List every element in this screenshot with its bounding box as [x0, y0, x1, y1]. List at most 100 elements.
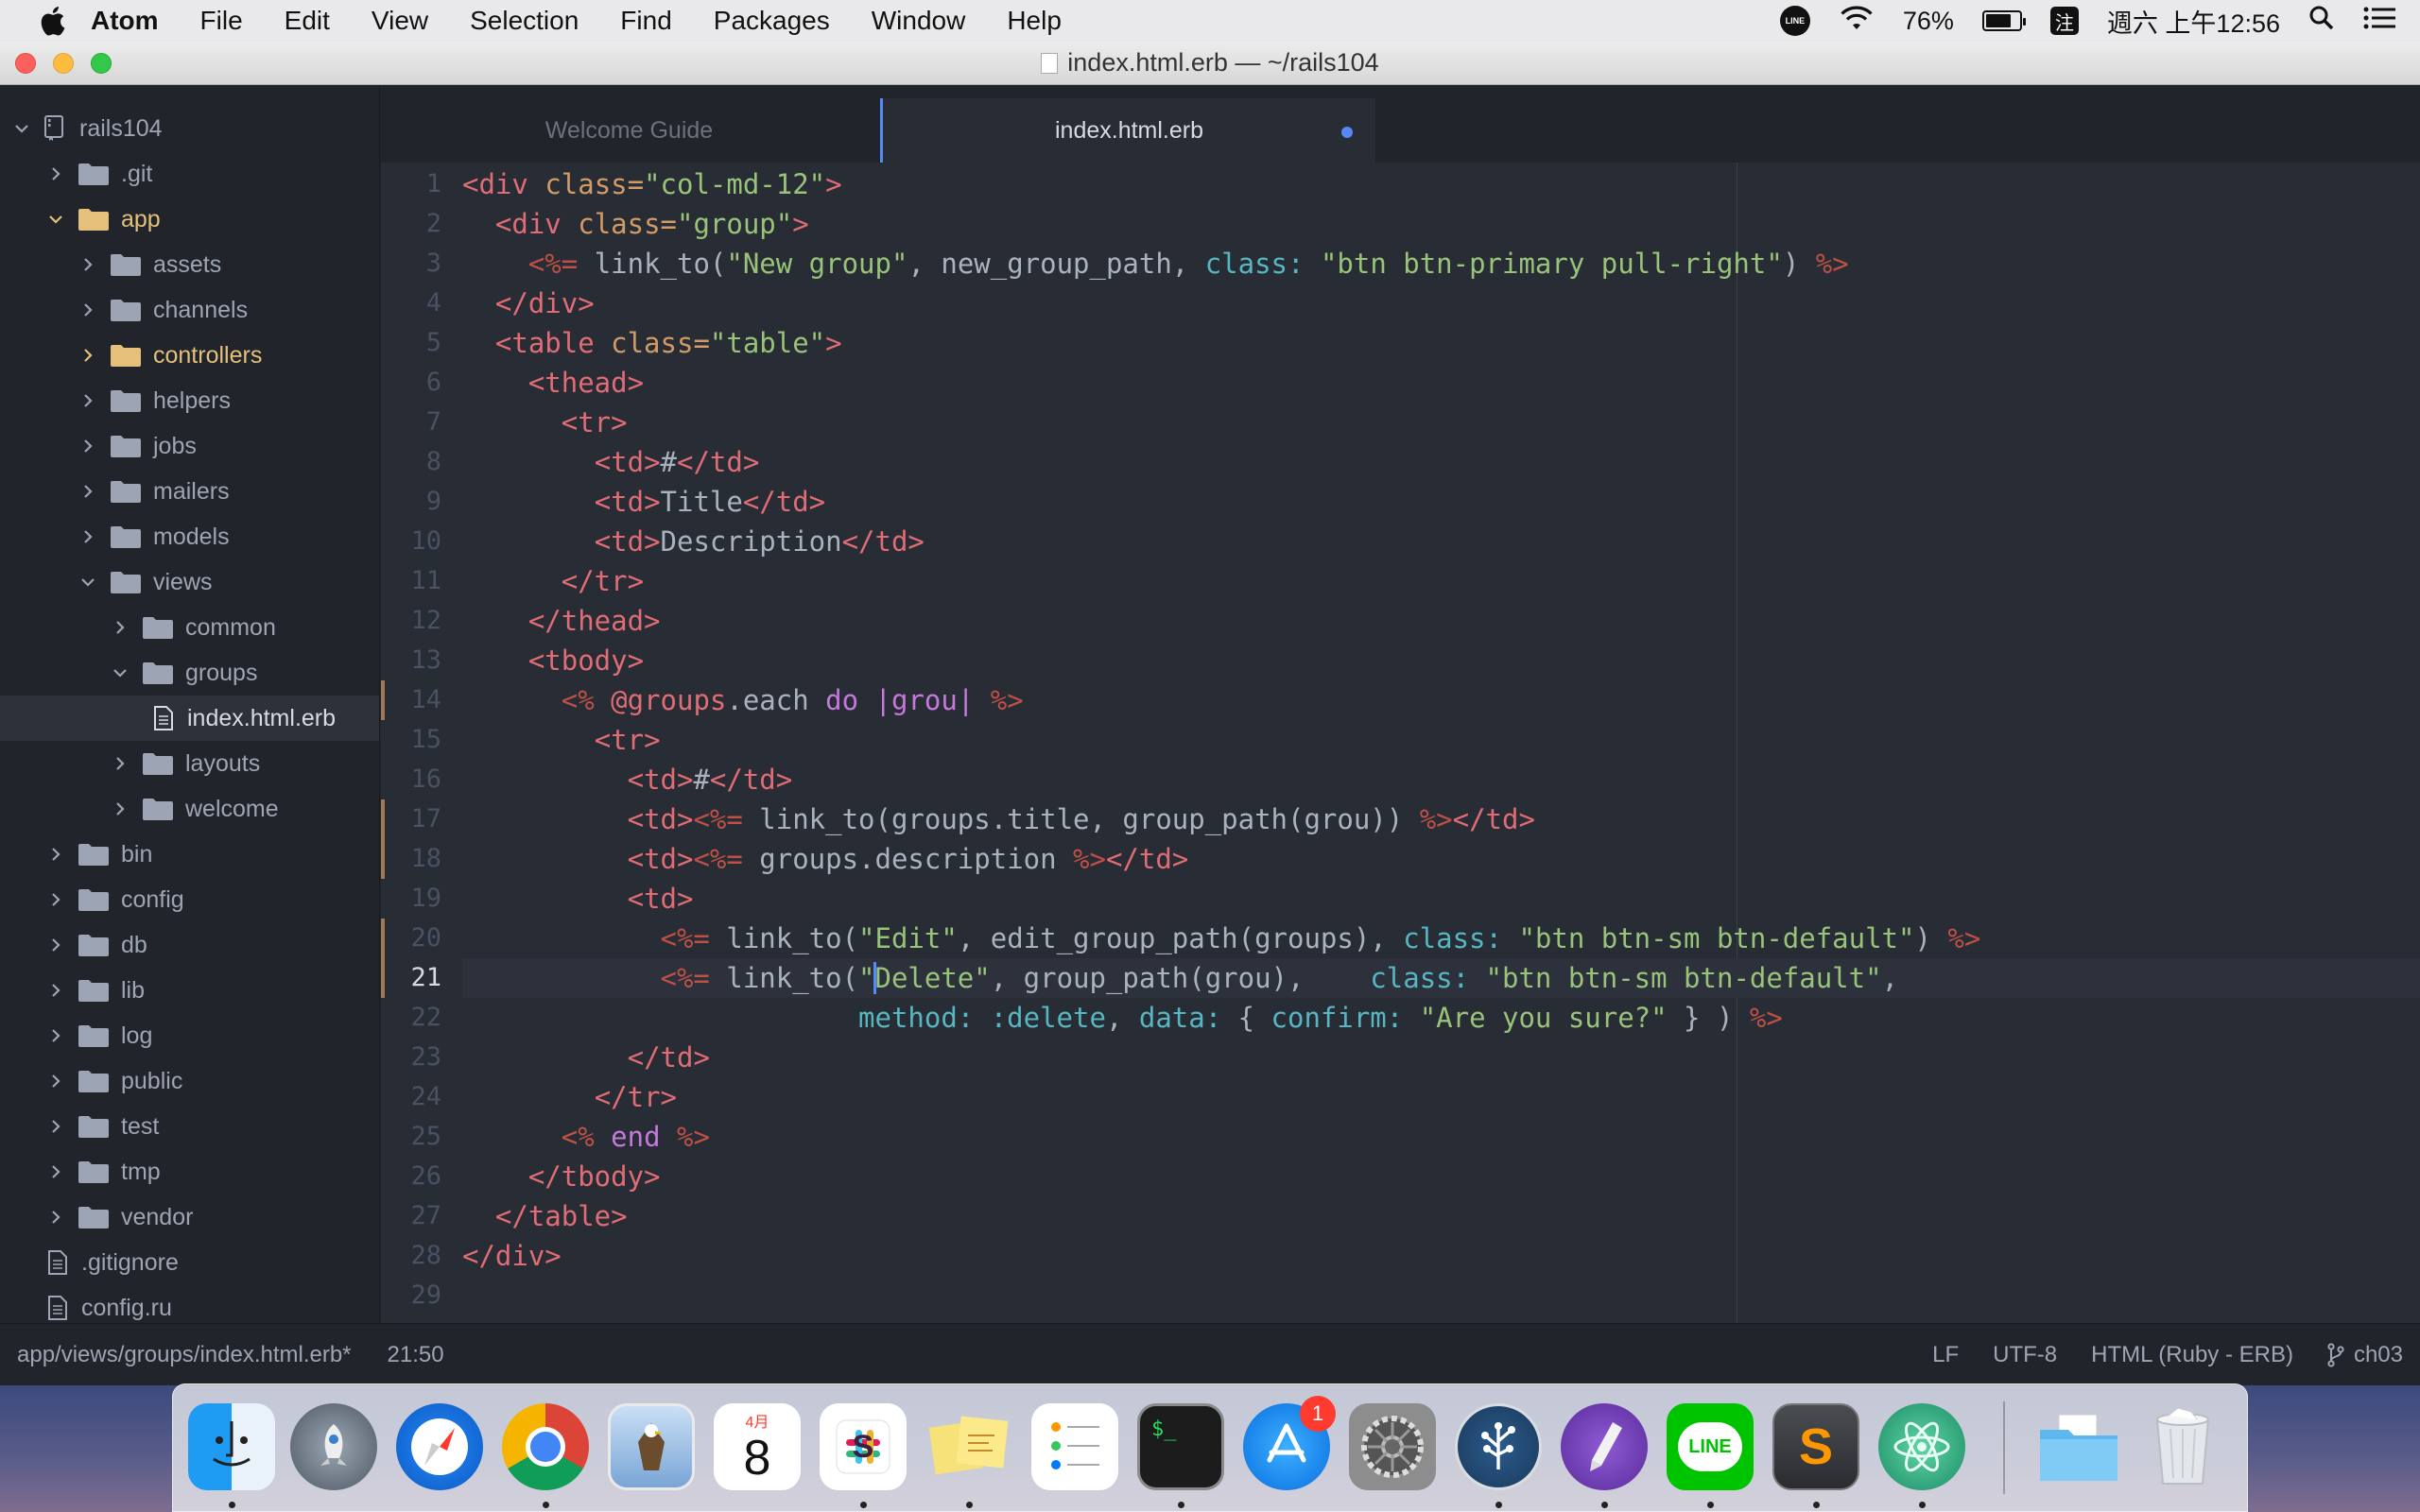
- tree-item-log[interactable]: log: [0, 1013, 379, 1058]
- sourcetree-icon[interactable]: [1455, 1403, 1542, 1490]
- chevron-right-icon[interactable]: [79, 392, 96, 409]
- menu-help[interactable]: Help: [1007, 0, 1062, 42]
- tree-item-channels[interactable]: channels: [0, 287, 379, 333]
- tree-item-mailers[interactable]: mailers: [0, 469, 379, 514]
- close-window-button[interactable]: [15, 53, 36, 74]
- chevron-down-icon[interactable]: [47, 211, 64, 228]
- line-number[interactable]: 8: [385, 442, 441, 482]
- tree-item-welcome[interactable]: welcome: [0, 786, 379, 832]
- tree-item-helpers[interactable]: helpers: [0, 378, 379, 423]
- code-line[interactable]: <tr>: [462, 720, 661, 760]
- line-number[interactable]: 7: [385, 403, 441, 442]
- code-line[interactable]: method: :delete, data: { confirm: "Are y…: [462, 998, 1783, 1038]
- chevron-right-icon[interactable]: [47, 846, 64, 863]
- line-number[interactable]: 25: [385, 1117, 441, 1157]
- terminal-icon[interactable]: $_: [1137, 1403, 1224, 1490]
- line-number[interactable]: 22: [385, 998, 441, 1038]
- code-line[interactable]: <td>: [462, 879, 694, 919]
- line-number[interactable]: 28: [385, 1236, 441, 1276]
- line-number[interactable]: 14: [385, 680, 441, 720]
- chevron-down-icon[interactable]: [112, 664, 129, 681]
- line-number[interactable]: 27: [385, 1196, 441, 1236]
- code-line[interactable]: <table class="table">: [462, 323, 842, 363]
- line-number[interactable]: 5: [385, 323, 441, 363]
- chevron-right-icon[interactable]: [79, 528, 96, 545]
- safari-icon[interactable]: [396, 1403, 483, 1490]
- tree-item-jobs[interactable]: jobs: [0, 423, 379, 469]
- reminders-icon[interactable]: [1031, 1403, 1118, 1490]
- line-number[interactable]: 4: [385, 284, 441, 323]
- tree-item-db[interactable]: db: [0, 922, 379, 968]
- tree-item-layouts[interactable]: layouts: [0, 741, 379, 786]
- spotlight-icon[interactable]: [2308, 5, 2335, 38]
- code-line[interactable]: </div>: [462, 1236, 562, 1276]
- menu-view[interactable]: View: [372, 0, 428, 42]
- code-line[interactable]: </td>: [462, 1038, 710, 1077]
- tree-item-assets[interactable]: assets: [0, 242, 379, 287]
- code-line[interactable]: <tr>: [462, 403, 628, 442]
- tree-item-app[interactable]: app: [0, 197, 379, 242]
- code-line[interactable]: <td><%= link_to(groups.title, group_path…: [462, 799, 1535, 839]
- tree-item-groups[interactable]: groups: [0, 650, 379, 696]
- tree-item-index-html-erb[interactable]: index.html.erb: [0, 696, 379, 741]
- clock[interactable]: 週六 上午12:56: [2107, 3, 2280, 40]
- status-line-ending[interactable]: LF: [1932, 1342, 1959, 1368]
- finder-icon[interactable]: [188, 1403, 275, 1490]
- chevron-right-icon[interactable]: [79, 301, 96, 318]
- code-line[interactable]: <thead>: [462, 363, 644, 403]
- code-line[interactable]: <% @groups.each do |grou| %>: [462, 680, 1024, 720]
- minimize-window-button[interactable]: [53, 53, 74, 74]
- menu-selection[interactable]: Selection: [470, 0, 579, 42]
- pencil-app-icon[interactable]: [1561, 1403, 1648, 1490]
- code-line[interactable]: <div class="group">: [462, 204, 809, 244]
- chevron-right-icon[interactable]: [79, 438, 96, 455]
- code-line[interactable]: <% end %>: [462, 1117, 710, 1157]
- trash-icon[interactable]: [2139, 1403, 2226, 1490]
- code-line[interactable]: <%= link_to("Edit", edit_group_path(grou…: [462, 919, 1981, 958]
- chevron-right-icon[interactable]: [79, 483, 96, 500]
- tree-item-public[interactable]: public: [0, 1058, 379, 1104]
- tree-item-views[interactable]: views: [0, 559, 379, 605]
- line-number-gutter[interactable]: 1 2 3 4 5 6 7 8 9 10 11 12 13 14 15 16 17 18 19 20 21 22 23 24 2…: [381, 163, 455, 1323]
- status-cursor-position[interactable]: 21:50: [388, 1342, 444, 1368]
- line-number[interactable]: 29: [385, 1276, 441, 1315]
- tree-item-git[interactable]: .git: [0, 151, 379, 197]
- line-number[interactable]: 11: [385, 561, 441, 601]
- status-encoding[interactable]: UTF-8: [1993, 1342, 2057, 1368]
- line-status-icon[interactable]: LINE: [1779, 6, 1810, 36]
- menu-window[interactable]: Window: [872, 0, 966, 42]
- tree-item-config-ru[interactable]: config.ru: [0, 1285, 379, 1323]
- code-line[interactable]: <tbody>: [462, 641, 644, 680]
- sublime-text-icon[interactable]: S: [1772, 1403, 1859, 1490]
- chevron-right-icon[interactable]: [47, 982, 64, 999]
- line-number[interactable]: 26: [385, 1157, 441, 1196]
- menu-app-name[interactable]: Atom: [91, 0, 159, 42]
- project-root[interactable]: rails104: [0, 106, 379, 151]
- line-number[interactable]: 18: [385, 839, 441, 879]
- calendar-icon[interactable]: 4月 8: [714, 1403, 801, 1490]
- chevron-down-icon[interactable]: [13, 120, 30, 137]
- chevron-right-icon[interactable]: [47, 891, 64, 908]
- line-number[interactable]: 23: [385, 1038, 441, 1077]
- code-line[interactable]: <td>Description</td>: [462, 522, 925, 561]
- tab-index-html-erb[interactable]: index.html.erb: [880, 98, 1375, 163]
- tree-item-models[interactable]: models: [0, 514, 379, 559]
- slack-icon[interactable]: S: [820, 1403, 907, 1490]
- chevron-right-icon[interactable]: [112, 619, 129, 636]
- code-editor[interactable]: 1 2 3 4 5 6 7 8 9 10 11 12 13 14 15 16 17 18 19 20 21 22 23 24 2…: [381, 163, 2420, 1323]
- zoom-window-button[interactable]: [91, 53, 112, 74]
- modified-indicator-icon[interactable]: [1341, 127, 1353, 138]
- launchpad-icon[interactable]: [290, 1403, 377, 1490]
- system-preferences-icon[interactable]: [1349, 1403, 1436, 1490]
- status-grammar[interactable]: HTML (Ruby - ERB): [2091, 1342, 2293, 1368]
- line-number[interactable]: 9: [385, 482, 441, 522]
- line-app-icon[interactable]: LINE: [1667, 1403, 1754, 1490]
- atom-icon[interactable]: [1878, 1403, 1965, 1490]
- battery-icon[interactable]: [1981, 10, 2026, 31]
- line-number[interactable]: 1: [385, 164, 441, 204]
- code-line[interactable]: </tbody>: [462, 1157, 661, 1196]
- status-git-branch[interactable]: ch03: [2327, 1342, 2403, 1368]
- menu-packages[interactable]: Packages: [714, 0, 830, 42]
- input-method-icon[interactable]: 注: [2049, 7, 2079, 35]
- code-line[interactable]: </thead>: [462, 601, 661, 641]
